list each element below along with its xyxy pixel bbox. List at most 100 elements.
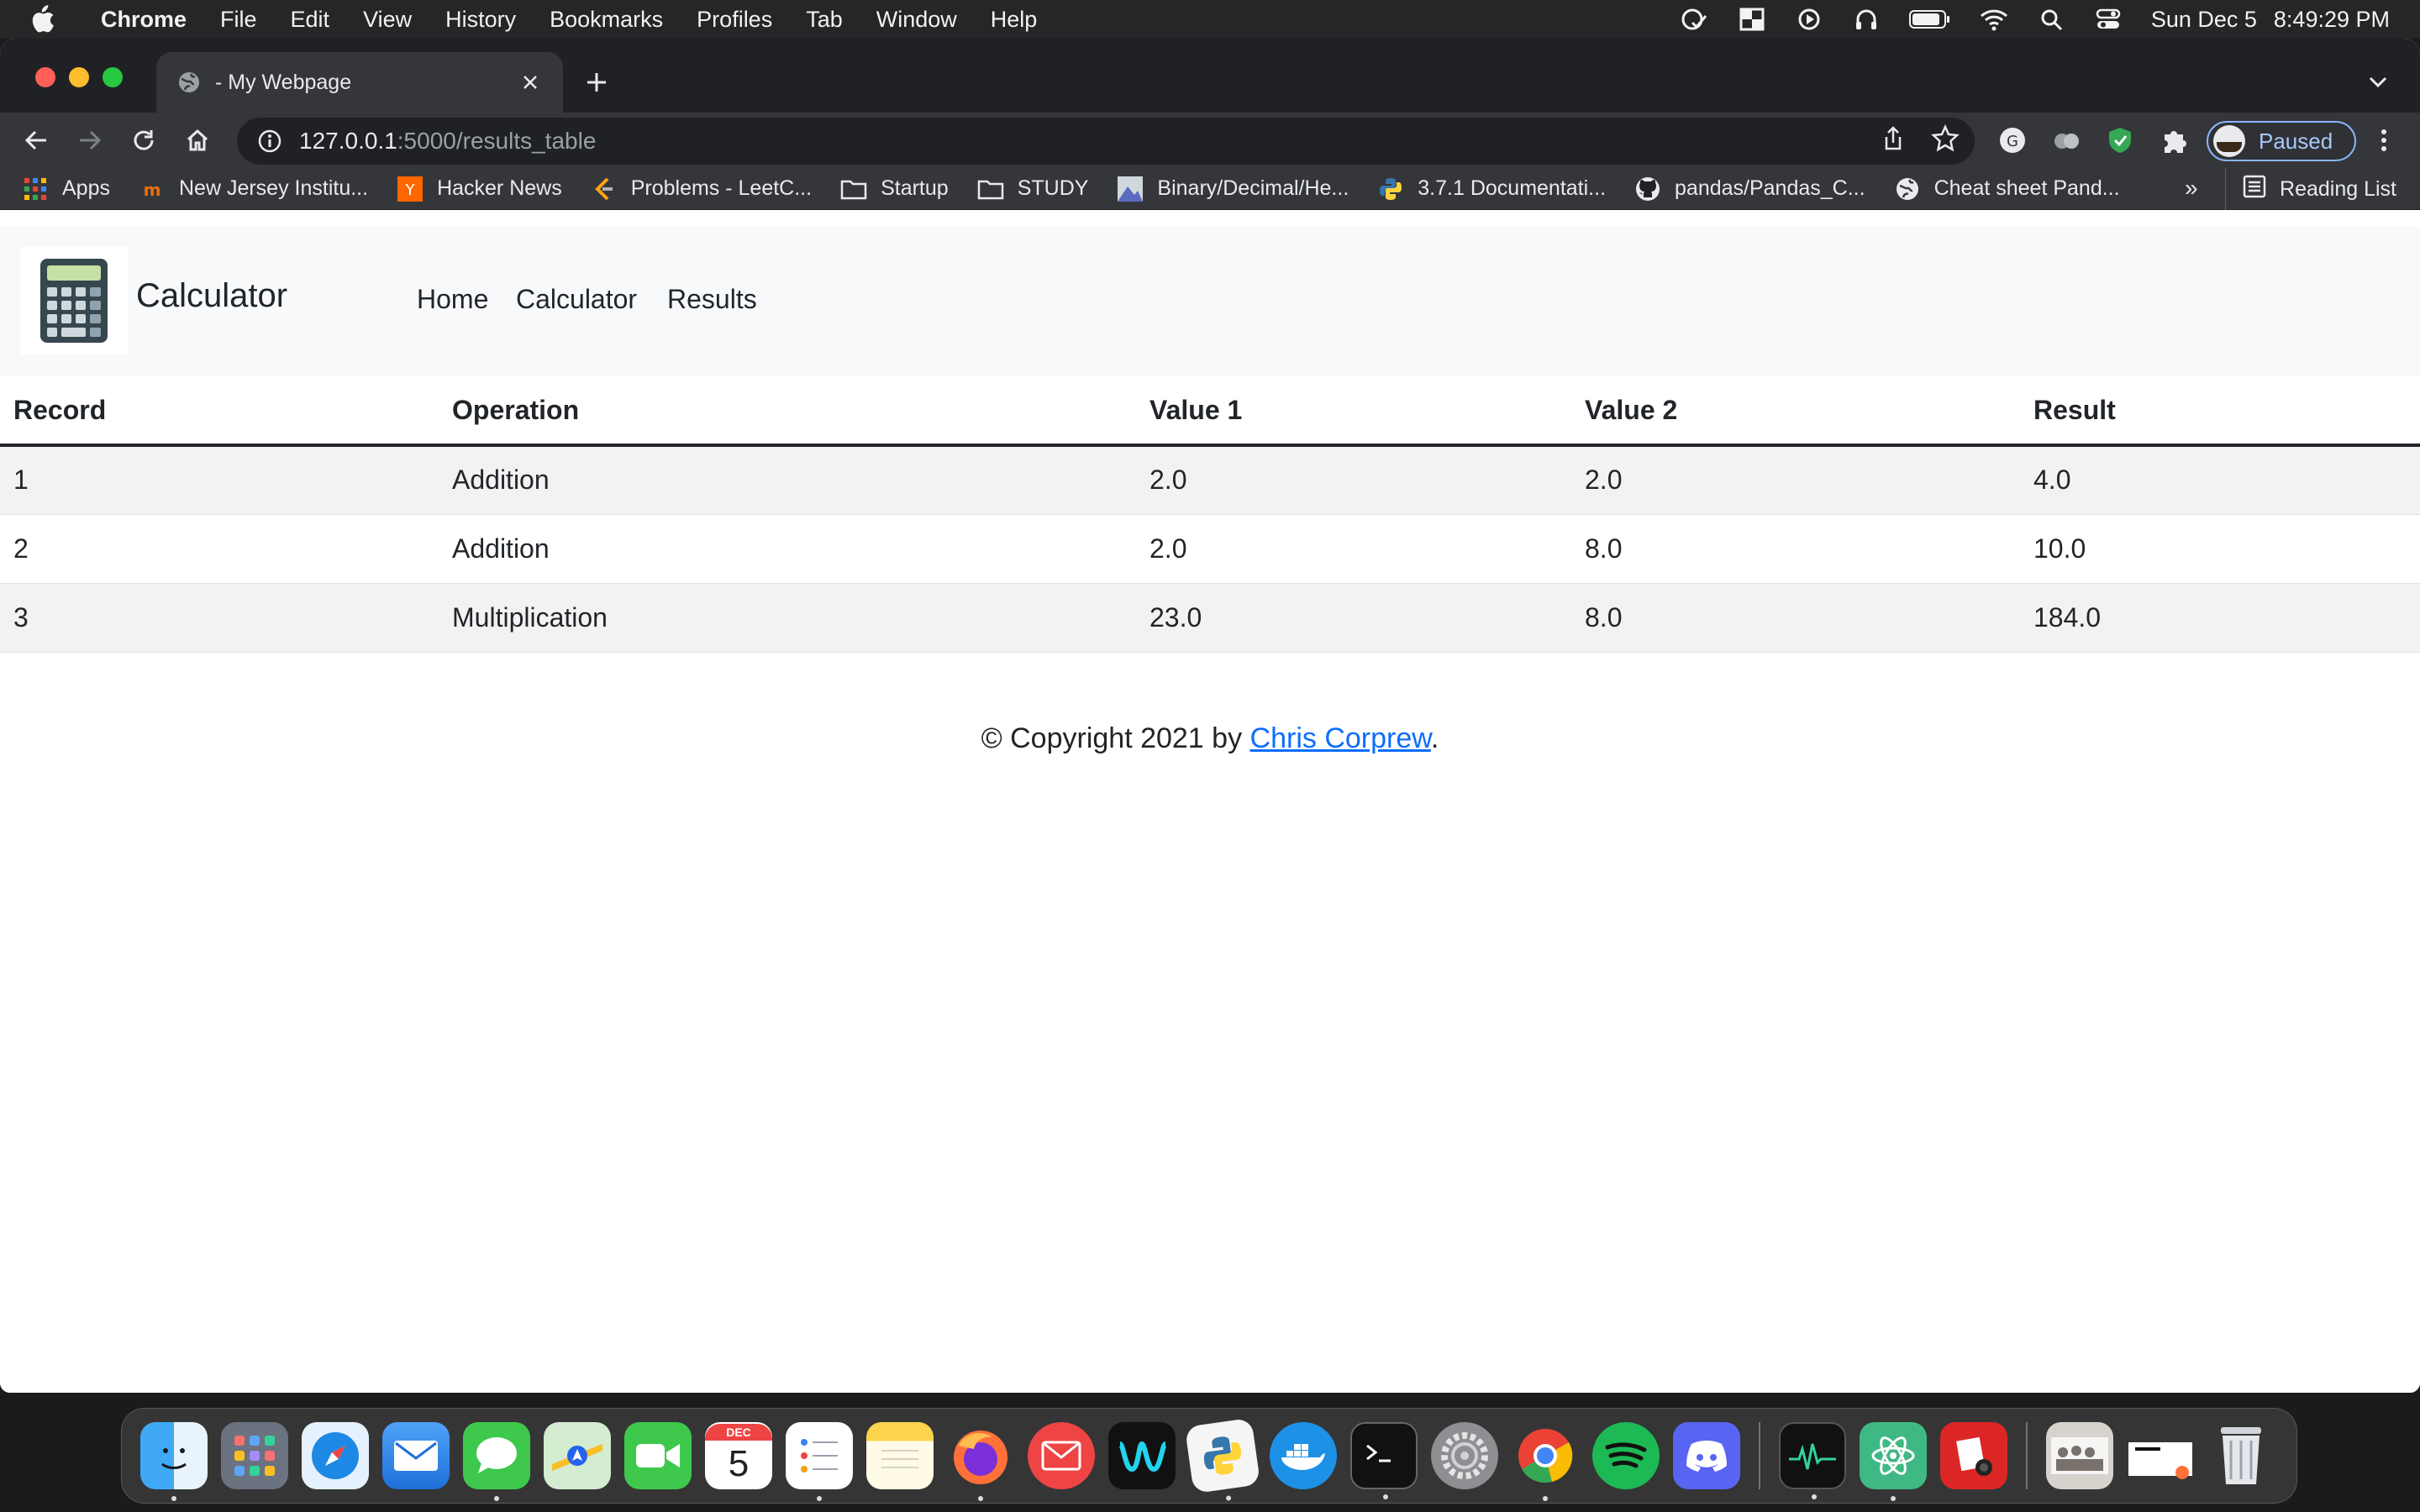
minimize-window-button[interactable] [69, 67, 89, 87]
table-row: 3 Multiplication 23.0 8.0 184.0 [0, 583, 2420, 653]
close-tab-icon[interactable] [518, 70, 543, 95]
zoom-window-button[interactable] [103, 67, 123, 87]
menu-window[interactable]: Window [860, 7, 974, 33]
python-launcher-icon[interactable] [1184, 1417, 1261, 1501]
headphones-icon[interactable] [1852, 8, 1881, 31]
bookmark-hacker-news[interactable]: Y Hacker News [397, 176, 562, 202]
reading-list-button[interactable]: Reading List [2225, 168, 2396, 210]
docker-icon[interactable] [1270, 1422, 1337, 1489]
tab-search-chevron-icon[interactable] [2363, 67, 2393, 97]
bookmark-python-docs[interactable]: 3.7.1 Documentati... [1377, 176, 1606, 202]
chrome-icon[interactable] [1512, 1422, 1579, 1501]
cell-result: 10.0 [2020, 514, 2420, 584]
photo-booth-icon[interactable] [1940, 1422, 2007, 1489]
nav-link-home[interactable]: Home [417, 284, 488, 315]
close-window-button[interactable] [35, 67, 55, 87]
web-page: Calculator Home Calculator Results Recor… [0, 227, 2420, 1393]
menubar-clock[interactable]: Sun Dec 5 8:49:29 PM [2151, 7, 2390, 33]
running-indicator [1383, 1494, 1388, 1499]
menu-edit[interactable]: Edit [274, 7, 347, 33]
menu-bookmarks[interactable]: Bookmarks [533, 7, 680, 33]
task-check-icon[interactable] [1681, 8, 1709, 31]
globe-icon [176, 70, 202, 95]
facetime-icon[interactable] [624, 1422, 692, 1489]
bookmarks-overflow-chevron[interactable]: » [2185, 175, 2198, 202]
nav-link-results[interactable]: Results [667, 284, 757, 315]
safari-icon[interactable] [302, 1422, 369, 1489]
bookmark-star-icon[interactable] [1931, 123, 1960, 159]
play-icon[interactable] [1795, 8, 1823, 31]
recent-document-thumbnail[interactable] [2046, 1422, 2113, 1489]
calculator-logo-icon[interactable] [20, 247, 128, 354]
bookmark-cheat-sheet[interactable]: Cheat sheet Pand... [1894, 176, 2120, 202]
cell-operation: Addition [439, 514, 1136, 584]
webex-icon[interactable] [1108, 1422, 1176, 1489]
home-icon[interactable] [180, 123, 215, 158]
bookmark-folder-startup[interactable]: Startup [840, 176, 949, 202]
site-info-icon[interactable] [257, 129, 282, 154]
trash-icon[interactable] [2207, 1422, 2275, 1489]
active-tab[interactable]: - My Webpage [156, 52, 563, 113]
spotify-icon[interactable] [1592, 1422, 1660, 1489]
launchpad-icon[interactable] [221, 1422, 288, 1489]
bookmark-binary-decimal[interactable]: Binary/Decimal/He... [1117, 176, 1349, 202]
bookmark-label: New Jersey Institu... [178, 176, 369, 200]
bookmark-label: Problems - LeetC... [630, 176, 813, 200]
atom-icon[interactable] [1860, 1422, 1927, 1501]
battery-icon[interactable] [1908, 8, 1951, 31]
bookmark-leetcode[interactable]: Problems - LeetC... [591, 176, 812, 202]
bookmark-folder-study[interactable]: STUDY [977, 176, 1088, 202]
reminders-icon[interactable] [786, 1422, 853, 1501]
forward-arrow-icon[interactable] [72, 123, 108, 158]
control-center-icon[interactable] [2094, 8, 2123, 31]
cell-value-1: 2.0 [1136, 445, 1571, 515]
menu-file[interactable]: File [203, 7, 274, 33]
menu-profiles[interactable]: Profiles [680, 7, 789, 33]
menu-help[interactable]: Help [974, 7, 1055, 33]
reload-icon[interactable] [126, 123, 161, 158]
author-link[interactable]: Chris Corprew [1250, 722, 1431, 754]
back-arrow-icon[interactable] [18, 123, 54, 158]
airmail-icon[interactable] [1028, 1422, 1095, 1489]
apple-menu-icon[interactable] [0, 5, 84, 34]
window-manager-icon[interactable] [1738, 8, 1766, 31]
calendar-icon[interactable]: DEC 5 [705, 1422, 772, 1489]
menu-app-name[interactable]: Chrome [84, 7, 203, 33]
nav-link-calculator[interactable]: Calculator [516, 284, 637, 315]
extension-incognito-icon[interactable] [2050, 124, 2082, 156]
navbar-brand[interactable]: Calculator [136, 277, 287, 315]
bookmark-apps[interactable]: Apps [22, 176, 110, 202]
system-preferences-gear-icon[interactable] [1431, 1422, 1498, 1489]
mail-icon[interactable] [382, 1422, 450, 1489]
bookmark-label: pandas/Pandas_C... [1675, 176, 1865, 200]
extensions-puzzle-icon[interactable] [2158, 124, 2190, 156]
running-indicator [978, 1496, 983, 1501]
menu-history[interactable]: History [429, 7, 533, 33]
svg-text:m: m [144, 180, 161, 199]
spotlight-search-icon[interactable] [2037, 8, 2065, 31]
activity-monitor-icon[interactable] [1779, 1422, 1846, 1499]
menu-tab[interactable]: Tab [789, 7, 860, 33]
messages-icon[interactable] [463, 1422, 530, 1501]
extension-shield-icon[interactable] [2104, 124, 2136, 156]
share-icon[interactable] [1879, 124, 1907, 159]
menu-view[interactable]: View [346, 7, 429, 33]
terminal-icon[interactable] [1350, 1422, 1418, 1499]
firefox-icon[interactable] [947, 1422, 1014, 1501]
finder-icon[interactable] [140, 1422, 208, 1501]
reading-list-label: Reading List [2280, 176, 2396, 201]
new-tab-button[interactable] [580, 66, 613, 99]
discord-icon[interactable] [1673, 1422, 1740, 1489]
extension-grammar-icon[interactable]: G [1996, 124, 2028, 156]
downloads-stack-icon[interactable] [2127, 1422, 2194, 1489]
profile-button[interactable]: Paused [2207, 121, 2356, 161]
running-indicator [1891, 1496, 1896, 1501]
chrome-menu-kebab-icon[interactable] [2366, 123, 2402, 158]
maps-icon[interactable] [544, 1422, 611, 1489]
bookmark-njit[interactable]: m New Jersey Institu... [139, 176, 369, 202]
address-bar[interactable]: 127.0.0.1:5000/results_table [237, 118, 1975, 165]
wifi-icon[interactable] [1980, 8, 2008, 31]
bookmark-github-pandas[interactable]: pandas/Pandas_C... [1634, 176, 1865, 202]
notes-icon[interactable] [866, 1422, 934, 1489]
cell-value-2: 2.0 [1571, 445, 2020, 515]
